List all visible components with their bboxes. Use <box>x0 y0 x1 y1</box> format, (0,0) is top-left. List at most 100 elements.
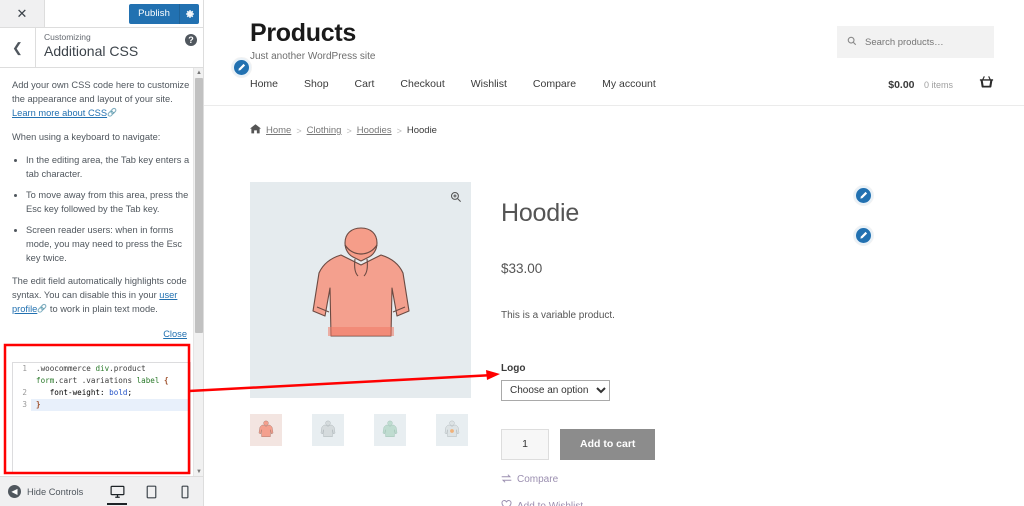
customizer-footer: ◀ Hide Controls <box>0 476 203 506</box>
code-line[interactable]: 2 font-weight: bold; <box>13 387 190 399</box>
product-detail: Hoodie $33.00 This is a variable product… <box>204 137 1024 506</box>
customizer-section-header: ❮ Customizing Additional CSS ? <box>0 28 203 68</box>
code-line[interactable]: 3 } <box>13 399 190 411</box>
nav-item-cart[interactable]: Cart <box>355 78 375 90</box>
customizer-scrollbar[interactable]: ▲ ▼ <box>193 68 203 476</box>
keyboard-intro: When using a keyboard to navigate: <box>12 130 191 144</box>
nav-links: Home Shop Cart Checkout Wishlist Compare… <box>250 78 656 90</box>
thumbnail-hoodie-salmon[interactable] <box>250 414 282 446</box>
heart-icon <box>501 500 512 506</box>
additional-css-intro-text: Add your own CSS code here to customize … <box>12 80 189 104</box>
chevron-left-icon[interactable]: ❮ <box>0 28 36 67</box>
external-link-icon: 🔗 <box>37 302 47 316</box>
edit-pencil-icon-price[interactable] <box>854 226 873 245</box>
customizer-body: Add your own CSS code here to customize … <box>0 68 203 476</box>
customizer-panel: ✕ Publish ❮ Customizing Additional CSS ?… <box>0 0 204 506</box>
nav-item-compare[interactable]: Compare <box>533 78 576 90</box>
nav-item-wishlist[interactable]: Wishlist <box>471 78 507 90</box>
site-title[interactable]: Products <box>250 18 375 48</box>
compare-link[interactable]: Compare <box>517 474 558 485</box>
scrollbar-thumb[interactable] <box>195 78 203 333</box>
code-text[interactable]: } <box>31 399 190 411</box>
add-to-cart-form: Add to cart <box>501 429 831 460</box>
breadcrumb-separator: > <box>397 126 402 136</box>
publish-button[interactable]: Publish <box>129 4 179 24</box>
site-preview-frame: Products Just another WordPress site Hom… <box>204 0 1024 506</box>
nav-item-checkout[interactable]: Checkout <box>400 78 444 90</box>
thumbnail-hoodie-green[interactable] <box>374 414 406 446</box>
product-gallery <box>250 182 471 506</box>
code-line[interactable]: 1 .woocommerce div.product form.cart .va… <box>13 363 190 387</box>
thumbnail-hoodie-gray[interactable] <box>312 414 344 446</box>
css-code-editor[interactable]: 1 .woocommerce div.product form.cart .va… <box>12 362 191 474</box>
hide-controls-label: Hide Controls <box>27 487 83 497</box>
cart-totals[interactable]: $0.00 0 items <box>888 75 953 93</box>
product-thumbnails <box>250 414 471 446</box>
customizer-scroll-content: Add your own CSS code here to customize … <box>0 68 203 474</box>
syntax-note: The edit field automatically highlights … <box>12 274 191 317</box>
scroll-down-arrow-icon[interactable]: ▼ <box>194 467 203 476</box>
customizer-section-titles: Customizing Additional CSS ? <box>36 28 203 67</box>
css-editor-wrapper: 1 .woocommerce div.product form.cart .va… <box>12 362 191 474</box>
line-number: 3 <box>13 399 31 411</box>
breadcrumb-separator: > <box>296 126 301 136</box>
scroll-up-arrow-icon[interactable]: ▲ <box>194 68 203 77</box>
line-number: 1 <box>13 363 31 387</box>
home-icon[interactable] <box>250 124 261 137</box>
breadcrumb: Home > Clothing > Hoodies > Hoodie <box>204 106 1024 137</box>
breadcrumb-item-hoodies[interactable]: Hoodies <box>357 125 392 136</box>
breadcrumb-separator: > <box>346 126 351 136</box>
mobile-preview-icon[interactable] <box>175 481 195 503</box>
code-text[interactable]: font-weight: bold; <box>31 387 190 399</box>
keyboard-tip: In the editing area, the Tab key enters … <box>26 153 191 181</box>
primary-navigation: Home Shop Cart Checkout Wishlist Compare… <box>204 62 1024 106</box>
product-price: $33.00 <box>501 261 831 276</box>
search-icon <box>847 36 857 49</box>
product-main-image[interactable] <box>250 182 471 398</box>
product-title: Hoodie <box>501 199 831 227</box>
product-search[interactable] <box>837 26 994 58</box>
add-to-cart-button[interactable]: Add to cart <box>560 429 655 460</box>
collapse-icon: ◀ <box>8 485 21 498</box>
close-link-row: Close <box>12 324 191 342</box>
publish-group: Publish <box>129 0 203 27</box>
search-input[interactable] <box>863 36 984 49</box>
shopping-basket-icon[interactable] <box>979 75 994 92</box>
tablet-preview-icon[interactable] <box>141 481 161 503</box>
device-preview-group <box>107 481 195 503</box>
customizer-topbar: ✕ Publish <box>0 0 203 28</box>
code-text[interactable]: .woocommerce div.product form.cart .vari… <box>31 363 190 387</box>
nav-item-home[interactable]: Home <box>250 78 278 90</box>
nav-item-my-account[interactable]: My account <box>602 78 656 90</box>
keyboard-tip: Screen reader users: when in forms mode,… <box>26 223 191 265</box>
syntax-note-text-b: to work in plain text mode. <box>47 304 158 314</box>
line-number: 2 <box>13 387 31 399</box>
close-help-link[interactable]: Close <box>163 329 187 339</box>
product-summary: Hoodie $33.00 This is a variable product… <box>501 182 831 506</box>
external-link-icon: 🔗 <box>107 106 117 120</box>
hide-controls-button[interactable]: ◀ Hide Controls <box>8 485 83 498</box>
breadcrumb-current: Hoodie <box>407 125 437 136</box>
quantity-input[interactable] <box>501 429 549 460</box>
wishlist-row[interactable]: Add to Wishlist <box>501 500 831 506</box>
learn-more-css-link[interactable]: Learn more about CSS <box>12 108 107 118</box>
variation-select-logo[interactable]: Choose an option Yes No <box>501 380 610 401</box>
breadcrumb-item-home[interactable]: Home <box>266 125 291 136</box>
edit-pencil-icon-nav[interactable] <box>232 58 251 77</box>
site-header: Products Just another WordPress site <box>204 0 1024 62</box>
desktop-preview-icon[interactable] <box>107 481 127 503</box>
wishlist-link[interactable]: Add to Wishlist <box>517 501 583 506</box>
help-icon[interactable]: ? <box>185 34 197 46</box>
customizer-section-title: Additional CSS <box>44 43 195 60</box>
breadcrumb-item-clothing[interactable]: Clothing <box>307 125 342 136</box>
close-icon[interactable]: ✕ <box>0 0 45 27</box>
product-description: This is a variable product. <box>501 310 831 321</box>
compare-row[interactable]: Compare <box>501 474 831 486</box>
site-tagline: Just another WordPress site <box>250 51 375 62</box>
nav-item-shop[interactable]: Shop <box>304 78 329 90</box>
magnifier-plus-icon[interactable] <box>450 191 462 206</box>
thumbnail-hoodie-logo[interactable] <box>436 414 468 446</box>
gear-icon[interactable] <box>179 4 199 24</box>
edit-pencil-icon-title[interactable] <box>854 186 873 205</box>
additional-css-intro: Add your own CSS code here to customize … <box>12 78 191 121</box>
